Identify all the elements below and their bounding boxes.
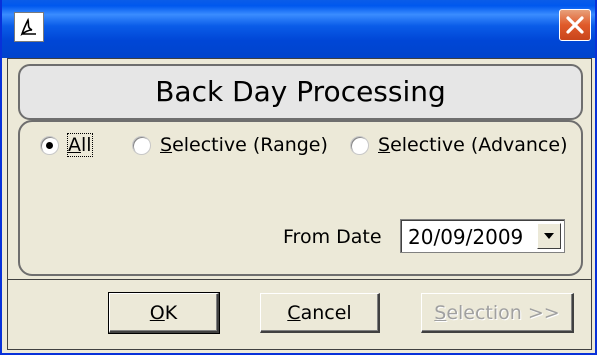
dialog-window: Back Day Processing All Selective (Range…: [0, 0, 597, 355]
radio-selective-advance[interactable]: Selective (Advance): [350, 132, 567, 158]
from-date-value[interactable]: 20/09/2009: [408, 225, 523, 249]
selection-button-label: Selection >>: [434, 301, 560, 324]
cancel-button[interactable]: Cancel: [260, 293, 380, 333]
cancel-button-label: Cancel: [287, 301, 352, 324]
radio-selective-range-indicator[interactable]: [132, 135, 151, 155]
radio-all-label: All: [67, 133, 93, 157]
ok-button-label: OK: [149, 301, 178, 324]
selection-button[interactable]: Selection >>: [421, 293, 574, 333]
button-bar: OK Cancel Selection >>: [8, 279, 591, 350]
close-button[interactable]: [559, 9, 591, 41]
from-date-label: From Date: [283, 226, 382, 248]
chevron-down-icon: [544, 233, 554, 239]
radio-selective-range-label: Selective (Range): [160, 134, 328, 156]
ok-button[interactable]: OK: [108, 292, 220, 334]
dialog-body: Back Day Processing All Selective (Range…: [7, 58, 592, 350]
page-title: Back Day Processing: [155, 75, 446, 108]
radio-selective-range[interactable]: Selective (Range): [132, 132, 328, 158]
from-date-field[interactable]: 20/09/2009: [400, 219, 565, 253]
date-dropdown-button[interactable]: [537, 223, 561, 249]
radio-selective-advance-indicator[interactable]: [350, 135, 369, 155]
options-panel: All Selective (Range) Selective (Advance…: [18, 120, 583, 276]
radio-all-indicator[interactable]: [40, 135, 59, 155]
radio-selective-advance-label: Selective (Advance): [378, 134, 568, 156]
radio-all[interactable]: All: [40, 132, 93, 158]
header-panel: Back Day Processing: [18, 64, 583, 120]
title-bar[interactable]: [2, 0, 595, 58]
close-icon: [566, 16, 584, 34]
pdf-doc-icon: [14, 12, 44, 42]
